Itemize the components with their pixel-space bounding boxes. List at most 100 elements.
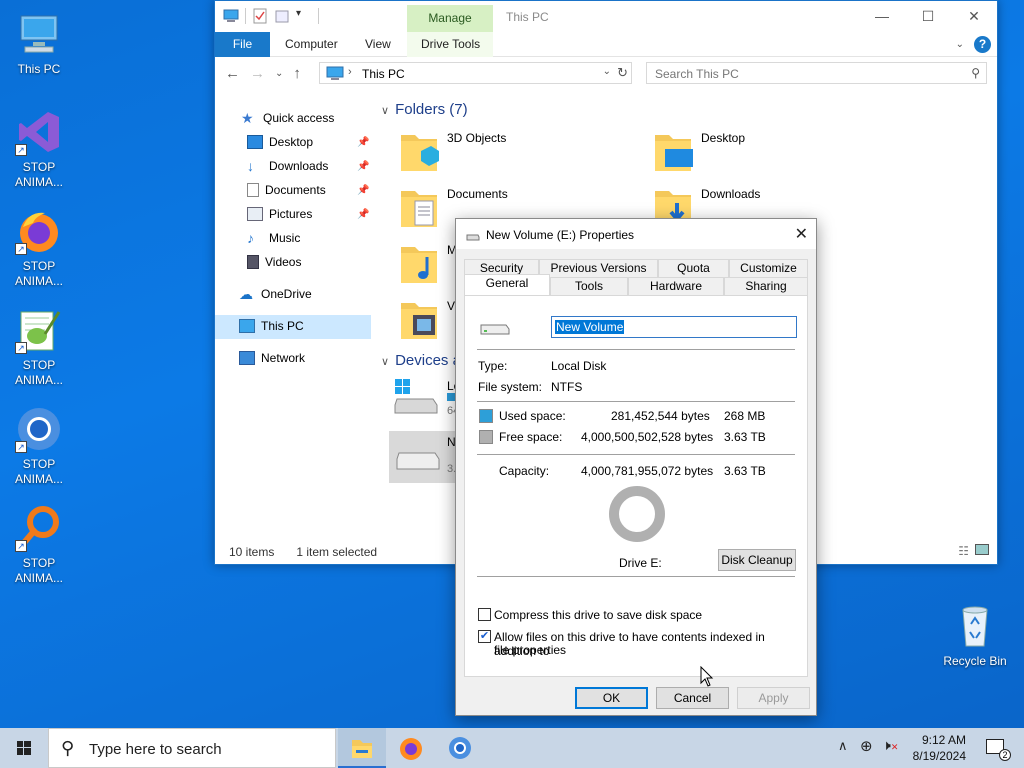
minimize-button[interactable]: — bbox=[859, 1, 905, 31]
notepad-plus-icon: ↗ bbox=[15, 306, 63, 354]
tab-computer[interactable]: Computer bbox=[285, 32, 338, 57]
tab-file[interactable]: File bbox=[215, 32, 270, 57]
firefox-icon bbox=[400, 738, 422, 760]
music-icon: ♪ bbox=[247, 230, 254, 246]
tab-tools[interactable]: Tools bbox=[550, 277, 628, 295]
free-space-size: 3.63 TB bbox=[724, 430, 766, 444]
divider bbox=[477, 454, 795, 455]
chevron-down-icon[interactable]: ▾ bbox=[296, 8, 312, 24]
taskbar-chromium[interactable] bbox=[436, 728, 484, 768]
folder-label: Desktop bbox=[701, 131, 746, 145]
clock[interactable]: 9:12 AM 8/19/2024 bbox=[913, 732, 966, 764]
folder-videos-icon bbox=[399, 297, 439, 341]
search-box[interactable]: Search This PC ⚲ bbox=[646, 62, 987, 84]
tab-sharing[interactable]: Sharing bbox=[724, 277, 808, 295]
details-view-icon[interactable]: ☷ bbox=[958, 544, 969, 558]
nav-item-documents[interactable]: Documents bbox=[247, 179, 326, 201]
tab-manage[interactable]: Manage bbox=[407, 5, 493, 32]
large-icons-view-icon[interactable] bbox=[975, 544, 989, 555]
new-folder-icon[interactable] bbox=[274, 8, 290, 24]
apply-button[interactable]: Apply bbox=[737, 687, 810, 709]
desktop-icon-this-pc[interactable]: This PC bbox=[3, 10, 75, 77]
navigation-pane: ★ Quick access Desktop 📌 ↓ Downloads 📌 D… bbox=[215, 93, 375, 533]
tab-previous-versions[interactable]: Previous Versions bbox=[539, 259, 658, 277]
desktop-icon-recycle-bin[interactable]: Recycle Bin bbox=[937, 602, 1013, 669]
folder-music-icon bbox=[399, 241, 439, 285]
tab-view[interactable]: View bbox=[365, 32, 391, 57]
toolbar-separator bbox=[245, 8, 246, 24]
nav-item-downloads[interactable]: ↓ Downloads bbox=[247, 155, 328, 177]
notifications-button[interactable]: 2 bbox=[986, 739, 1011, 761]
cancel-button[interactable]: Cancel bbox=[656, 687, 729, 709]
taskbar-search-input[interactable]: Type here to search bbox=[89, 741, 222, 758]
capacity-bytes: 4,000,781,955,072 bytes bbox=[581, 464, 714, 478]
desktop-icon-stop-anima-4[interactable]: ↗ STOP ANIMA... bbox=[3, 405, 75, 487]
desktop-icon-stop-anima-3[interactable]: ↗ STOP ANIMA... bbox=[3, 306, 75, 388]
pin-icon[interactable]: 📌 bbox=[357, 209, 369, 220]
up-arrow-icon[interactable]: ↑ bbox=[293, 65, 301, 82]
search-tool-icon: ↗ bbox=[15, 504, 63, 552]
breadcrumb[interactable]: This PC bbox=[362, 67, 405, 81]
window-title: This PC bbox=[506, 10, 549, 24]
file-system-label: File system: bbox=[478, 380, 543, 394]
volume-muted-icon[interactable]: 🕨✕ bbox=[882, 737, 898, 754]
network-globe-icon[interactable]: ⊕ bbox=[860, 737, 873, 755]
video-icon bbox=[247, 255, 259, 269]
desktop-icon-stop-anima-5[interactable]: ↗ STOP ANIMA... bbox=[3, 504, 75, 586]
desktop-icon-stop-anima-2[interactable]: ↗ STOP ANIMA... bbox=[3, 207, 75, 289]
drive-icon bbox=[466, 230, 480, 241]
taskbar-firefox[interactable] bbox=[387, 728, 435, 768]
nav-item-this-pc[interactable]: This PC bbox=[239, 315, 304, 337]
breadcrumb-separator-icon[interactable]: › bbox=[348, 66, 352, 78]
disk-cleanup-button[interactable]: Disk Cleanup bbox=[718, 549, 796, 571]
search-icon[interactable]: ⚲ bbox=[971, 66, 980, 80]
close-button[interactable]: ✕ bbox=[951, 1, 997, 31]
nav-item-onedrive[interactable]: ☁ OneDrive bbox=[239, 283, 312, 305]
pin-icon[interactable]: 📌 bbox=[357, 161, 369, 172]
taskbar-search[interactable]: ⚲ Type here to search bbox=[48, 728, 336, 768]
tab-general[interactable]: General bbox=[464, 274, 550, 295]
nav-item-quick-access[interactable]: ★ Quick access bbox=[241, 107, 334, 129]
nav-item-label: Network bbox=[261, 351, 306, 365]
expand-ribbon-icon[interactable]: ⌄ bbox=[956, 39, 964, 50]
nav-item-desktop[interactable]: Desktop bbox=[247, 131, 313, 153]
folders-group-header[interactable]: ∨ Folders (7) bbox=[381, 101, 468, 118]
volume-name-value: New Volume bbox=[555, 320, 625, 334]
chevron-up-icon[interactable]: ∧ bbox=[838, 738, 848, 754]
close-icon[interactable]: ✕ bbox=[795, 224, 808, 244]
volume-name-input[interactable]: New Volume bbox=[551, 316, 797, 338]
tab-drive-tools[interactable]: Drive Tools bbox=[421, 32, 480, 57]
divider bbox=[477, 349, 795, 350]
search-input[interactable]: Search This PC bbox=[655, 67, 739, 81]
compress-checkbox[interactable] bbox=[478, 608, 491, 621]
ok-button[interactable]: OK bbox=[575, 687, 648, 709]
maximize-button[interactable]: ☐ bbox=[905, 1, 951, 31]
properties-dialog: New Volume (E:) Properties ✕ Security Pr… bbox=[455, 218, 817, 716]
tab-customize[interactable]: Customize bbox=[729, 259, 808, 277]
taskbar-file-explorer[interactable] bbox=[338, 728, 386, 768]
back-arrow-icon[interactable]: ← bbox=[225, 65, 240, 82]
nav-item-network[interactable]: Network bbox=[239, 347, 305, 369]
start-button[interactable] bbox=[0, 728, 48, 768]
index-checkbox[interactable]: ✔ bbox=[478, 630, 491, 643]
properties-icon[interactable] bbox=[252, 8, 268, 24]
nav-item-videos[interactable]: Videos bbox=[247, 251, 301, 273]
chevron-down-icon[interactable]: ⌄ bbox=[603, 66, 611, 77]
nav-item-music[interactable]: ♪ Music bbox=[247, 227, 300, 249]
forward-arrow-icon[interactable]: → bbox=[250, 65, 265, 82]
recent-chevron-icon[interactable]: ⌄ bbox=[275, 68, 283, 82]
nav-item-label: Music bbox=[269, 231, 301, 245]
pin-icon[interactable]: 📌 bbox=[357, 137, 369, 148]
folder-3d-objects[interactable]: 3D Objects bbox=[399, 129, 639, 179]
desktop-icon-stop-anima-1[interactable]: ↗ STOP ANIMA... bbox=[3, 108, 75, 190]
devices-group-header[interactable]: ∨ Devices a bbox=[381, 352, 461, 369]
folder-desktop[interactable]: Desktop bbox=[653, 129, 893, 179]
shortcut-arrow-icon: ↗ bbox=[15, 144, 27, 156]
tab-hardware[interactable]: Hardware bbox=[628, 277, 724, 295]
tab-quota[interactable]: Quota bbox=[658, 259, 729, 277]
help-icon[interactable]: ? bbox=[974, 36, 991, 53]
nav-item-pictures[interactable]: Pictures bbox=[247, 203, 312, 225]
refresh-icon[interactable]: ↻ bbox=[617, 65, 628, 81]
address-bar[interactable]: › This PC ⌄ ↻ bbox=[319, 62, 632, 84]
pin-icon[interactable]: 📌 bbox=[357, 185, 369, 196]
